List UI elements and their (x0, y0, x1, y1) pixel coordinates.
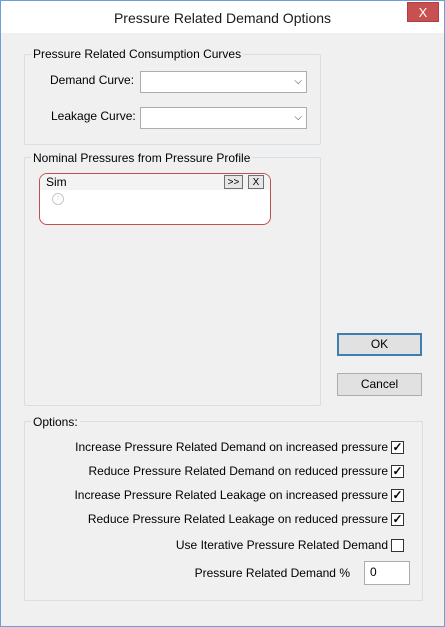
increase-leakage-checkbox[interactable]: ✓ (391, 489, 404, 502)
options-group-label: Options: (31, 415, 80, 429)
reduce-leakage-checkbox[interactable]: ✓ (391, 513, 404, 526)
close-button[interactable]: X (407, 2, 439, 22)
demand-curve-combo[interactable]: ⌵ (140, 71, 307, 93)
drop-target-icon: ↑ (52, 193, 64, 205)
option-label-iterative-demand: Use Iterative Pressure Related Demand (175, 538, 388, 552)
chevron-down-icon: ⌵ (294, 76, 302, 87)
increase-demand-checkbox[interactable]: ✓ (391, 441, 404, 454)
leakage-curve-label: Leakage Curve: (51, 109, 136, 123)
reduce-demand-checkbox[interactable]: ✓ (391, 465, 404, 478)
iterative-demand-checkbox[interactable] (391, 539, 404, 552)
option-label-increase-demand: Increase Pressure Related Demand on incr… (75, 440, 388, 454)
consumption-curves-group-label: Pressure Related Consumption Curves (31, 47, 244, 61)
pressure-profile-slot[interactable]: Sim >> X ↑ (39, 173, 271, 225)
option-label-reduce-demand: Reduce Pressure Related Demand on reduce… (88, 464, 388, 478)
remove-profile-button[interactable]: X (248, 175, 264, 189)
profile-header: Sim >> X (40, 174, 270, 190)
add-profile-button[interactable]: >> (224, 175, 243, 189)
percent-input[interactable]: 0 (364, 561, 410, 585)
title-bar: Pressure Related Demand Options X (1, 1, 444, 33)
nominal-pressures-group-label: Nominal Pressures from Pressure Profile (31, 151, 253, 165)
consumption-curves-group (24, 54, 321, 145)
option-label-increase-leakage: Increase Pressure Related Leakage on inc… (74, 488, 388, 502)
option-label-reduce-leakage: Reduce Pressure Related Leakage on reduc… (87, 512, 388, 526)
cancel-button[interactable]: Cancel (337, 373, 422, 396)
ok-button[interactable]: OK (337, 333, 422, 356)
percent-label: Pressure Related Demand % (194, 566, 350, 580)
chevron-down-icon: ⌵ (294, 112, 302, 123)
leakage-curve-combo[interactable]: ⌵ (140, 107, 307, 129)
profile-name: Sim (46, 175, 67, 189)
dialog-window: Pressure Related Demand Options X Pressu… (0, 0, 445, 627)
dialog-title: Pressure Related Demand Options (113, 10, 332, 26)
demand-curve-label: Demand Curve: (50, 73, 135, 87)
